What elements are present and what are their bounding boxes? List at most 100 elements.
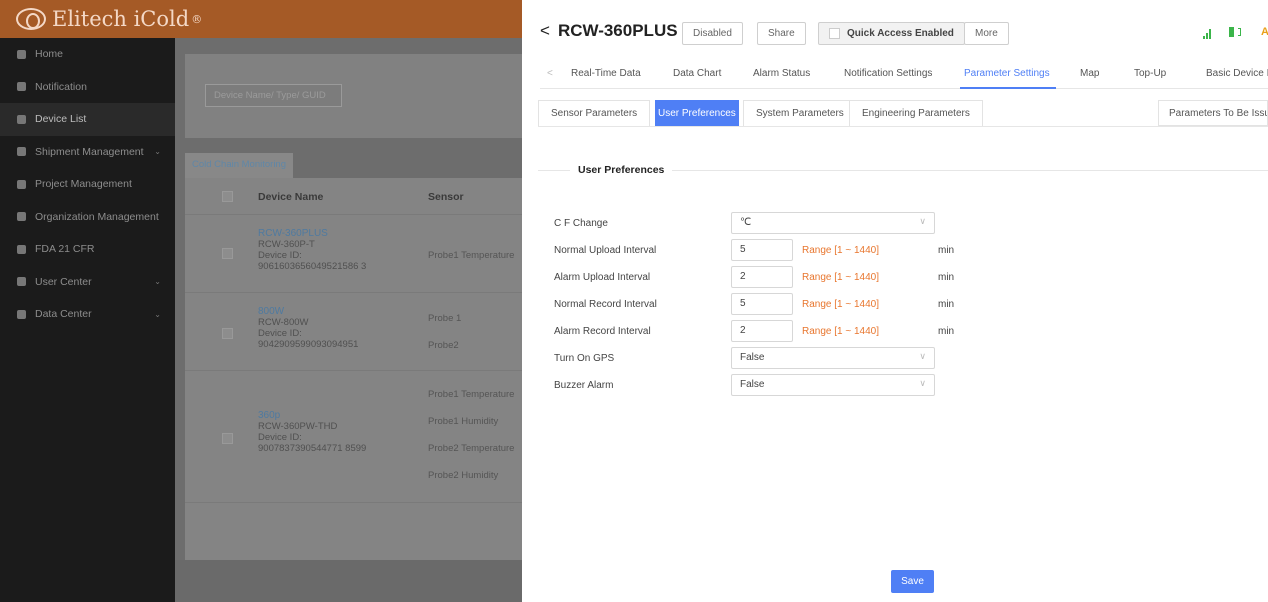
unit-label: min [938,299,955,310]
battery-icon [1229,27,1234,37]
cf-change-select[interactable]: ℃ ∨ [731,212,935,234]
subtab-user-preferences[interactable]: User Preferences [655,100,739,126]
tab-parameter-settings[interactable]: Parameter Settings [964,68,1050,79]
normal-upload-interval-label: Normal Upload Interval [554,245,657,256]
select-all-checkbox[interactable] [222,191,233,202]
tab-notification-settings[interactable]: Notification Settings [844,68,932,79]
table-row[interactable]: 800W RCW-800W Device ID: 904290959909309… [185,292,522,370]
row-checkbox[interactable] [222,248,233,259]
tab-map[interactable]: Map [1080,68,1099,79]
turn-on-gps-label: Turn On GPS [554,353,615,364]
tab-real-time-data[interactable]: Real-Time Data [571,68,641,79]
sidebar-item-notification[interactable]: Notification [0,71,175,104]
notification-icon [17,82,26,92]
sidebar-item-shipment-management[interactable]: Shipment Management ⌄ [0,136,175,169]
brand-registered-mark: ® [191,12,203,26]
filter-panel: Device Name/ Type/ GUID [185,54,522,138]
sidebar-item-home[interactable]: Home [0,38,175,71]
alarm-record-interval-label: Alarm Record Interval [554,326,651,337]
device-name-link[interactable]: RCW-360PLUS [258,228,366,239]
app-logo: Elitech iCold ® [16,7,202,31]
subtab-sensor-parameters[interactable]: Sensor Parameters [538,100,651,126]
sidebar-item-data-center[interactable]: Data Center ⌄ [0,298,175,331]
buzzer-alarm-select[interactable]: False ∨ [731,374,935,396]
range-hint: Range [1 ~ 1440] [802,326,880,337]
quick-access-toggle[interactable]: Quick Access Enabled [818,22,965,45]
device-name-link[interactable]: 800W [258,306,358,317]
alarm-record-interval-input[interactable]: 2 [731,320,793,342]
parameters-to-be-issued-button[interactable]: Parameters To Be Issue [1158,100,1268,126]
table-row[interactable]: 360p RCW-360PW-THD Device ID: 9007837390… [185,370,522,503]
sensor-label: Probe2 Humidity [428,470,499,481]
back-icon[interactable]: < [540,21,550,41]
column-device-name: Device Name [258,191,324,203]
tab-basic-device-info[interactable]: Basic Device Inf [1206,68,1268,79]
disabled-button[interactable]: Disabled [682,22,743,45]
share-button[interactable]: Share [757,22,806,45]
device-list-icon [17,114,26,124]
footer-bar [175,560,522,602]
tab-cold-chain-monitoring[interactable]: Cold Chain Monitoring [185,153,293,179]
logo-icon [16,8,46,30]
chevron-down-icon: ∨ [919,351,926,361]
status-letter: A [1261,26,1268,38]
cf-change-label: C F Change [554,218,608,229]
chevron-down-icon: ∨ [919,216,926,226]
more-button[interactable]: More [964,22,1009,45]
sidebar-item-organization-management[interactable]: Organization Management [0,201,175,234]
sidebar-item-fda-21-cfr[interactable]: FDA 21 CFR [0,233,175,266]
signal-icon [1203,29,1211,39]
range-hint: Range [1 ~ 1440] [802,272,880,283]
section-title: User Preferences [570,164,673,176]
sidebar-item-device-list[interactable]: Device List [0,103,175,136]
chevron-down-icon: ⌄ [154,147,161,157]
quick-access-label: Quick Access Enabled [847,28,954,39]
sidebar-item-user-center[interactable]: User Center ⌄ [0,266,175,299]
quick-access-checkbox[interactable] [829,28,840,39]
device-id: 9007837390544771 8599 [258,443,367,454]
battery-outline-icon [1238,28,1241,36]
sensor-label: Probe2 Temperature [428,443,515,454]
unit-label: min [938,326,955,337]
shipment-icon [17,147,26,157]
row-checkbox[interactable] [222,328,233,339]
panel-tabs: < Real-Time Data Data Chart Alarm Status… [540,60,1268,89]
normal-record-interval-input[interactable]: 5 [731,293,793,315]
device-list-area: Device Name/ Type/ GUID Cold Chain Monit… [175,38,522,602]
alarm-upload-interval-label: Alarm Upload Interval [554,272,651,283]
save-button[interactable]: Save [891,570,934,593]
sidebar-item-project-management[interactable]: Project Management [0,168,175,201]
row-checkbox[interactable] [222,433,233,444]
chevron-down-icon: ∨ [919,378,926,388]
device-model: RCW-360PW-THD [258,421,338,432]
active-tab-indicator [960,87,1056,89]
range-hint: Range [1 ~ 1440] [802,245,880,256]
shield-icon [17,244,26,254]
alarm-upload-interval-input[interactable]: 2 [731,266,793,288]
home-icon [17,49,26,59]
brand-name: Elitech iCold [52,7,190,31]
device-title: RCW-360PLUS [557,21,678,40]
buzzer-alarm-label: Buzzer Alarm [554,380,614,391]
sensor-label: Probe1 Humidity [428,416,499,427]
data-center-icon [17,309,26,319]
tab-data-chart[interactable]: Data Chart [673,68,721,79]
normal-upload-interval-input[interactable]: 5 [731,239,793,261]
device-model: RCW-360P-T [258,239,315,250]
tab-alarm-status[interactable]: Alarm Status [753,68,810,79]
device-id-label: Device ID: [258,432,302,443]
turn-on-gps-select[interactable]: False ∨ [731,347,935,369]
device-name-link[interactable]: 360p [258,410,366,421]
column-sensor: Sensor [428,191,464,203]
subtab-engineering-parameters[interactable]: Engineering Parameters [849,100,983,126]
device-detail-panel: < RCW-360PLUS Disabled Share Quick Acces… [522,0,1268,602]
device-search-input[interactable]: Device Name/ Type/ GUID [205,84,342,107]
tabs-scroll-left-icon[interactable]: < [547,68,553,79]
sensor-label: Probe2 [428,340,459,351]
device-id: 9042909599093094951 [258,339,359,350]
tab-top-up[interactable]: Top-Up [1134,68,1166,79]
subtab-system-parameters[interactable]: System Parameters [743,100,857,126]
panel-title: < RCW-360PLUS [540,21,678,41]
device-id: 9061603656049521586 3 [258,261,367,272]
table-row[interactable]: RCW-360PLUS RCW-360P-T Device ID: 906160… [185,214,522,292]
